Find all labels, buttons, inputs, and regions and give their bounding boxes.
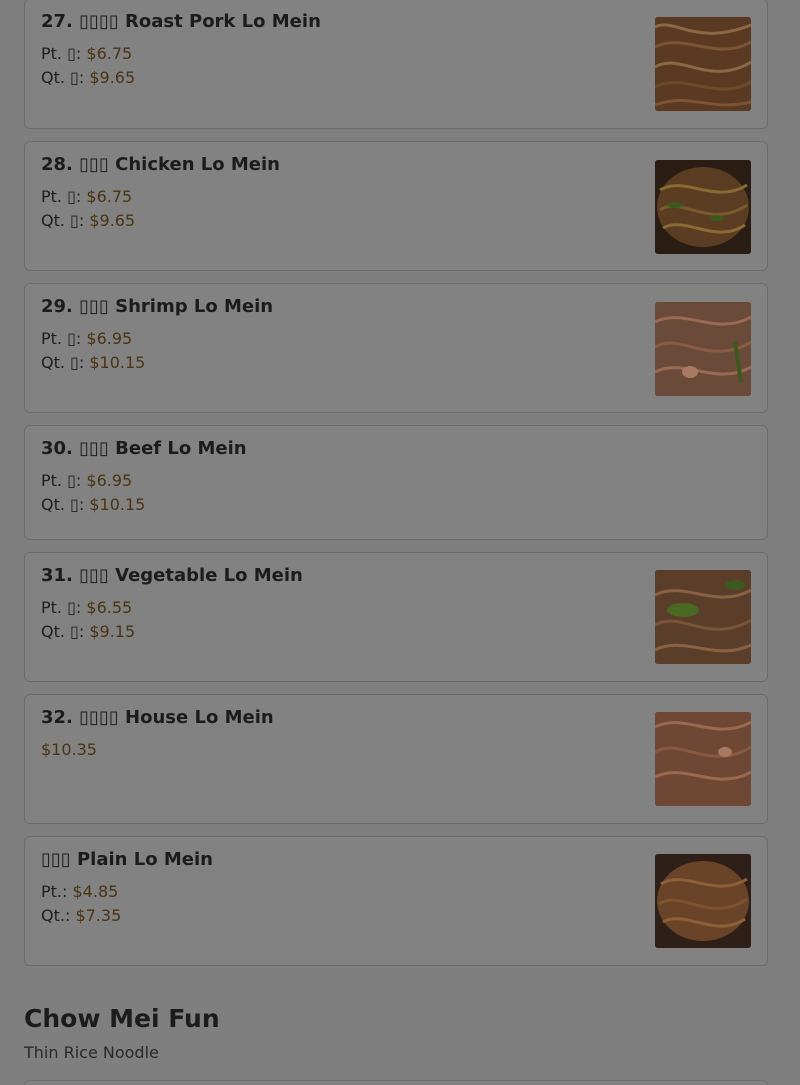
price-label: Pt. ▯: bbox=[41, 471, 82, 490]
price-value: $6.55 bbox=[86, 598, 133, 617]
menu-item-card[interactable]: 31. ▯▯▯ Vegetable Lo Mein Pt. ▯: $6.55 Q… bbox=[24, 552, 768, 682]
item-title: ▯▯▯ Plain Lo Mein bbox=[41, 849, 213, 870]
menu-item-card[interactable]: ▯▯▯ Plain Lo Mein Pt.: $4.85 Qt.: $7.35 bbox=[24, 836, 768, 966]
section-title: Chow Mei Fun bbox=[24, 1004, 220, 1033]
menu-item-card[interactable]: 32. ▯▯▯▯ House Lo Mein $10.35 bbox=[24, 694, 768, 824]
item-title: 29. ▯▯▯ Shrimp Lo Mein bbox=[41, 296, 274, 317]
section-subtitle: Thin Rice Noodle bbox=[24, 1043, 159, 1062]
menu-item-card[interactable]: 27. ▯▯▯▯ Roast Pork Lo Mein Pt. ▯: $6.75… bbox=[24, 0, 768, 129]
price-value: $10.15 bbox=[89, 495, 146, 514]
menu-item-card[interactable]: 28. ▯▯▯ Chicken Lo Mein Pt. ▯: $6.75 Qt.… bbox=[24, 141, 768, 271]
dish-photo[interactable] bbox=[655, 570, 751, 664]
dish-photo[interactable] bbox=[655, 160, 751, 254]
price-value: $7.35 bbox=[75, 906, 122, 925]
price-value: $9.65 bbox=[89, 68, 136, 87]
price-value: $9.65 bbox=[89, 211, 136, 230]
price-label: Qt. ▯: bbox=[41, 622, 85, 641]
menu-item-card[interactable] bbox=[24, 1080, 768, 1085]
price-value: $4.85 bbox=[72, 882, 119, 901]
dish-photo[interactable] bbox=[655, 17, 751, 111]
price-label: Qt. ▯: bbox=[41, 68, 85, 87]
price-value: $6.95 bbox=[86, 471, 133, 490]
item-title: 28. ▯▯▯ Chicken Lo Mein bbox=[41, 154, 280, 175]
price-value: $6.95 bbox=[86, 329, 133, 348]
item-title: 27. ▯▯▯▯ Roast Pork Lo Mein bbox=[41, 11, 321, 32]
menu-item-card[interactable]: 29. ▯▯▯ Shrimp Lo Mein Pt. ▯: $6.95 Qt. … bbox=[24, 283, 768, 413]
price-label: Qt. ▯: bbox=[41, 495, 85, 514]
price-label: Pt. ▯: bbox=[41, 187, 82, 206]
dish-photo[interactable] bbox=[655, 854, 751, 948]
noodle-dish-photo bbox=[655, 17, 751, 111]
price-label: Pt. ▯: bbox=[41, 598, 82, 617]
item-title: 30. ▯▯▯ Beef Lo Mein bbox=[41, 438, 247, 459]
noodle-dish-photo bbox=[655, 160, 751, 254]
price-label: Pt. ▯: bbox=[41, 329, 82, 348]
price-value: $6.75 bbox=[86, 187, 133, 206]
noodle-dish-photo bbox=[655, 302, 751, 396]
price-value: $10.35 bbox=[41, 740, 97, 759]
price-label: Qt.: bbox=[41, 906, 71, 925]
noodle-dish-photo bbox=[655, 570, 751, 664]
price-label: Pt. ▯: bbox=[41, 44, 82, 63]
price-label: Qt. ▯: bbox=[41, 211, 85, 230]
noodle-dish-photo bbox=[655, 712, 751, 806]
price-value: $10.15 bbox=[89, 353, 146, 372]
menu-item-card[interactable]: 30. ▯▯▯ Beef Lo Mein Pt. ▯: $6.95 Qt. ▯:… bbox=[24, 425, 768, 540]
price-value: $9.15 bbox=[89, 622, 136, 641]
dish-photo[interactable] bbox=[655, 712, 751, 806]
price-value: $6.75 bbox=[86, 44, 133, 63]
price-label: Pt.: bbox=[41, 882, 68, 901]
item-title: 32. ▯▯▯▯ House Lo Mein bbox=[41, 707, 274, 728]
noodle-dish-photo bbox=[655, 854, 751, 948]
menu-page: 27. ▯▯▯▯ Roast Pork Lo Mein Pt. ▯: $6.75… bbox=[0, 0, 800, 1085]
price-label: Qt. ▯: bbox=[41, 353, 85, 372]
item-title: 31. ▯▯▯ Vegetable Lo Mein bbox=[41, 565, 303, 586]
dish-photo[interactable] bbox=[655, 302, 751, 396]
